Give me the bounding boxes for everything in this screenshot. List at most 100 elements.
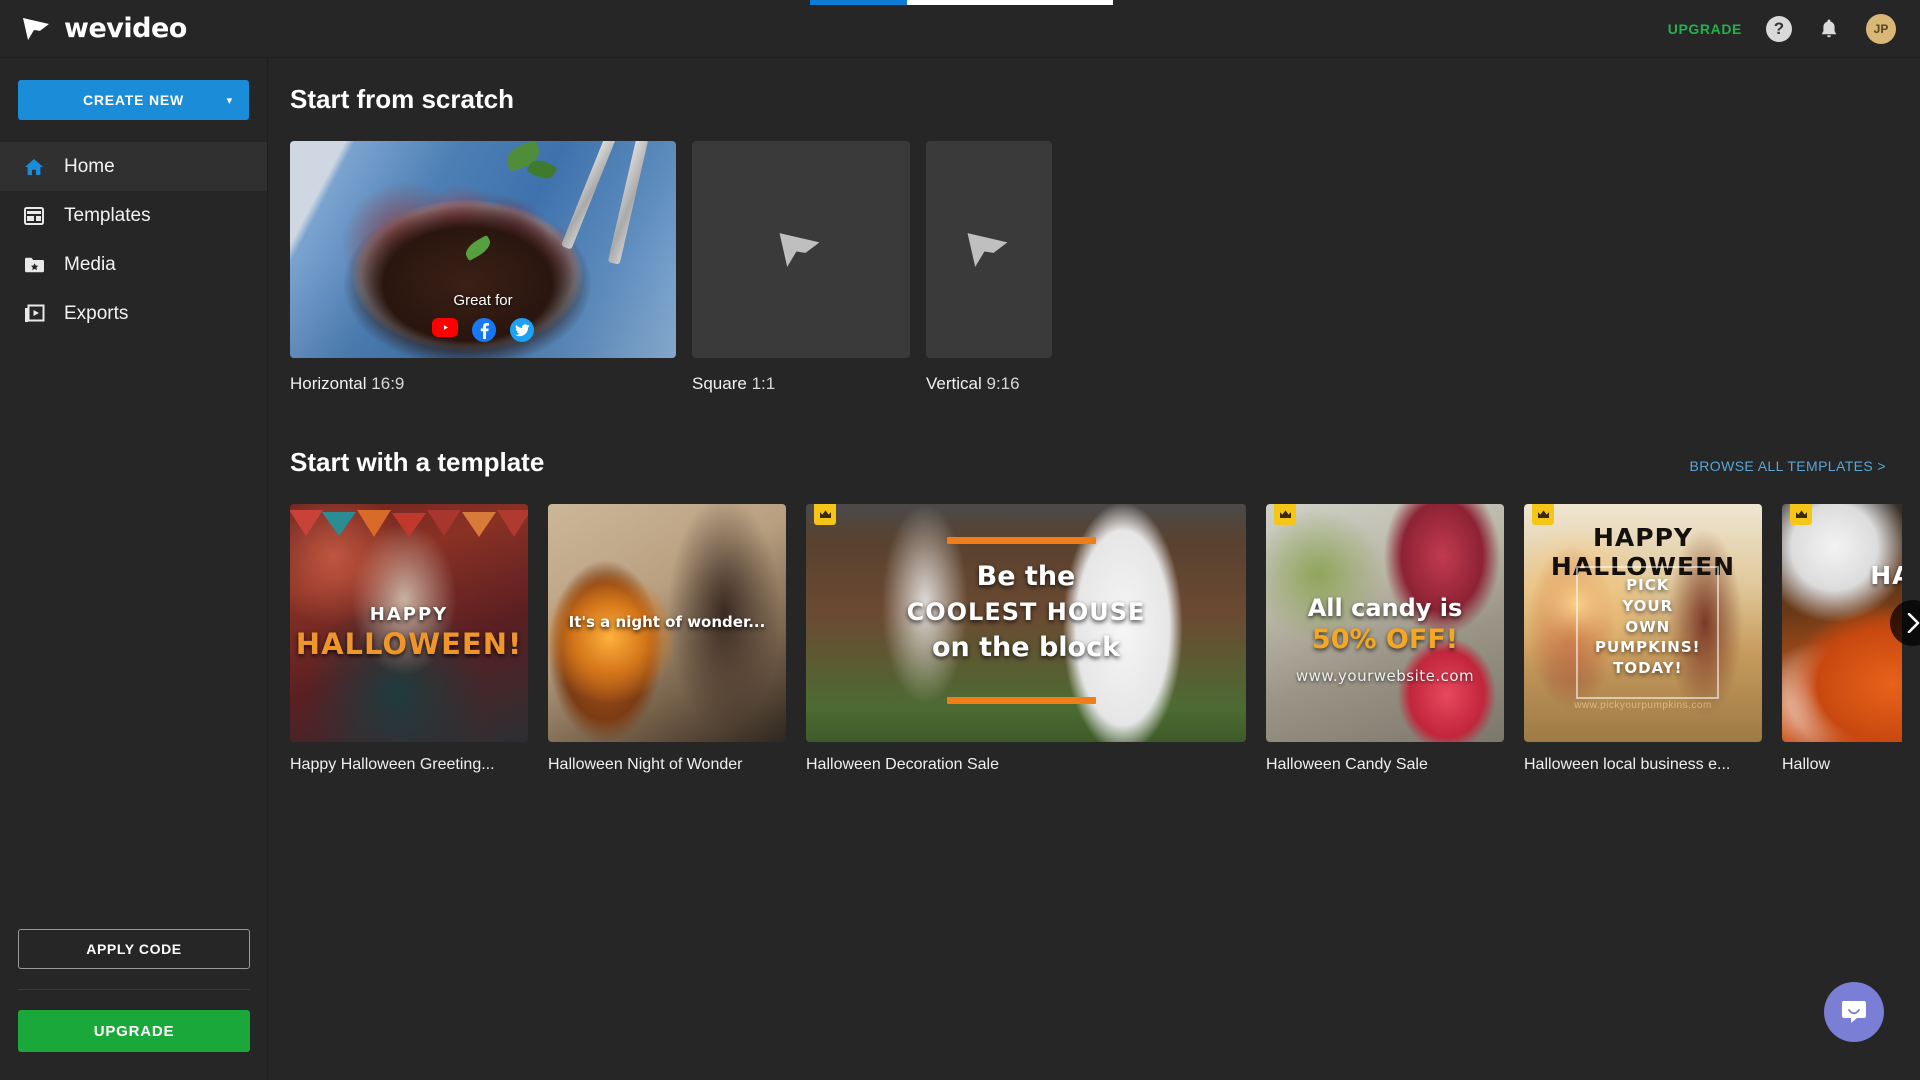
template-card-happy-halloween-greeting[interactable]: HAPPY HALLOWEEN! Happy Halloween Greetin… [290,504,528,774]
scratch-name-square: Square [692,374,747,393]
template-card-halloween-decoration-sale[interactable]: Be the COOLEST HOUSE on the block Hallow… [806,504,1246,774]
notifications-bell-icon[interactable] [1816,16,1842,42]
crown-icon [814,504,836,525]
scratch-card-horizontal[interactable]: Great for Horizontal 16:9 [290,141,676,394]
template-label: Halloween Decoration Sale [806,756,999,773]
start-with-template-title: Start with a template [290,447,545,477]
crown-icon [1790,504,1812,525]
intercom-chat-icon [1842,1001,1866,1023]
create-new-label: CREATE NEW [82,92,185,108]
template-label: Halloween Night of Wonder [548,756,743,773]
main-content: Start from scratch Great for Horizontal … [268,58,1920,1080]
wevideo-logo[interactable]: wevideo [0,13,187,44]
overlay-line-3: www.yourwebsite.com [1295,667,1475,686]
sidebar-footer: APPLY CODE UPGRADE [0,929,268,1052]
page-loading-bar [810,0,1113,5]
scratch-label-square: Square 1:1 [692,374,910,394]
template-label: Halloween Candy Sale [1266,756,1428,773]
template-label: Happy Halloween Greeting... [290,756,495,773]
sidebar-item-media-label: Media [64,253,116,275]
bell-icon-glyph [1821,19,1837,37]
scratch-hero-overlay: Great for [290,260,676,358]
template-card-halloween-local-business[interactable]: HAPPY HALLOWEEN PICK YOUR OWN PUMPKINS! … [1524,504,1762,774]
template-label: Hallow [1782,756,1831,773]
crown-icon [1532,504,1554,525]
template-thumb[interactable]: All candy is 50% OFF! www.yourwebsite.co… [1266,504,1504,742]
templates-header: Start with a template BROWSE ALL TEMPLAT… [290,394,1886,478]
scratch-thumb-square[interactable] [692,141,910,358]
template-thumb[interactable]: HAPPY HALLOWEEN PICK YOUR OWN PUMPKINS! … [1524,504,1762,742]
social-icon-row [432,318,534,342]
template-art [1782,504,1902,742]
scratch-label-vertical: Vertical 9:16 [926,374,1052,394]
scratch-card-vertical[interactable]: Vertical 9:16 [926,141,1052,394]
wevideo-play-mark-icon [967,232,1008,267]
sidebar-nav: Home Templates Media Exports [0,142,267,338]
sidebar-upgrade-button[interactable]: UPGRADE [18,1010,250,1052]
left-sidebar: CREATE NEW ▾ Home Templates Media Export… [0,58,268,1080]
help-icon-glyph: ? [1773,18,1785,38]
scratch-thumb-vertical[interactable] [926,141,1052,358]
start-from-scratch-title: Start from scratch [290,84,514,114]
overlay-line-1: HAP [1870,561,1902,591]
bunting-decor-icon [290,510,528,554]
overlay-line-1: Be the [976,561,1076,593]
create-new-button[interactable]: CREATE NEW ▾ [18,80,249,120]
youtube-icon[interactable] [432,318,458,337]
sidebar-item-home-label: Home [64,155,115,177]
wevideo-app: wevideo UPGRADE ? JP CREATE NEW ▾ Home T… [0,0,1920,1080]
sidebar-item-home[interactable]: Home [0,142,267,191]
exports-play-icon [22,302,46,326]
scratch-ratio-vertical: 9:16 [986,374,1020,393]
template-thumb[interactable]: HAP [1782,504,1902,742]
chevron-right-icon [1907,613,1919,633]
templates-icon [22,204,46,228]
overlay-site-url: www.pickyourpumpkins.com [1574,700,1712,712]
template-card-halloween-partial[interactable]: HAP Hallow [1782,504,1902,774]
template-thumb[interactable]: Be the COOLEST HOUSE on the block [806,504,1246,742]
template-overlay-text: Be the COOLEST HOUSE on the block [806,561,1246,663]
sidebar-item-exports-label: Exports [64,302,129,324]
template-thumb[interactable]: It's a night of wonder... [548,504,786,742]
scratch-ratio-square: 1:1 [751,374,776,393]
template-card-halloween-night-of-wonder[interactable]: It's a night of wonder... Halloween Nigh… [548,504,786,774]
apply-code-button[interactable]: APPLY CODE [18,929,250,969]
scratch-card-row: Great for Horizontal 16:9 Square 1:1 Ver… [290,141,1920,394]
scratch-name-horizontal: Horizontal [290,374,367,393]
template-thumb[interactable]: HAPPY HALLOWEEN! [290,504,528,742]
browse-all-templates-link[interactable]: BROWSE ALL TEMPLATES > [1690,458,1886,474]
sidebar-divider [18,989,250,990]
sidebar-item-media[interactable]: Media [0,240,267,289]
facebook-icon[interactable] [472,318,496,342]
overlay-line-1: All candy is [1307,594,1463,623]
template-card-halloween-candy-sale[interactable]: All candy is 50% OFF! www.yourwebsite.co… [1266,504,1504,774]
scratch-name-vertical: Vertical [926,374,982,393]
chevron-down-icon: ▾ [226,94,233,107]
template-overlay-caption: It's a night of wonder... [568,613,766,632]
orange-rule-decor [946,696,1097,704]
user-avatar[interactable]: JP [1866,13,1896,44]
header-upgrade-link[interactable]: UPGRADE [1668,21,1742,37]
avatar-initials: JP [1873,21,1889,36]
scratch-thumb-horizontal[interactable]: Great for [290,141,676,358]
great-for-label: Great for [453,292,513,309]
page-loading-bar-fill [810,0,907,5]
overlay-line-3: on the block [931,632,1121,664]
home-icon [22,155,46,179]
template-label: Halloween local business e... [1524,756,1731,773]
twitter-icon[interactable] [510,318,534,342]
template-overlay-text: All candy is 50% OFF! www.yourwebsite.co… [1266,594,1504,685]
overlay-line-2: 50% OFF! [1311,624,1459,656]
crown-icon [1274,504,1296,525]
scratch-label-horizontal: Horizontal 16:9 [290,374,676,394]
sidebar-item-exports[interactable]: Exports [0,289,267,338]
wevideo-logo-text: wevideo [64,13,187,44]
scratch-ratio-horizontal: 16:9 [371,374,405,393]
header-actions: UPGRADE ? JP [1668,13,1920,44]
templates-carousel: HAPPY HALLOWEEN! Happy Halloween Greetin… [290,504,1920,774]
scratch-card-square[interactable]: Square 1:1 [692,141,910,394]
help-icon[interactable]: ? [1766,15,1792,42]
intercom-chat-button[interactable] [1824,982,1884,1042]
sidebar-item-templates[interactable]: Templates [0,191,267,240]
orange-rule-decor [946,537,1097,545]
